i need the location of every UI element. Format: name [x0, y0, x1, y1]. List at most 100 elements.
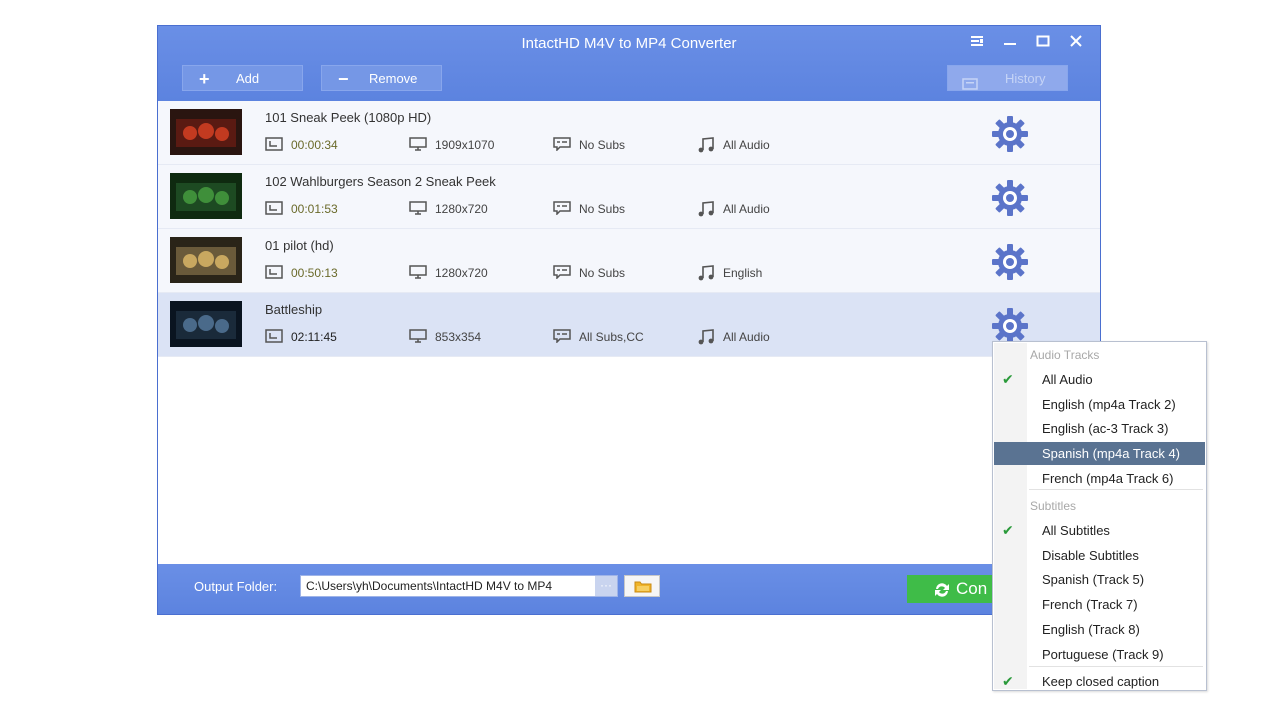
- remove-button[interactable]: − Remove: [321, 65, 442, 91]
- app-window: IntactHD M4V to MP4 Converter + Add − Re…: [157, 25, 1101, 615]
- video-title: 102 Wahlburgers Season 2 Sneak Peek: [265, 174, 496, 189]
- add-button[interactable]: + Add: [182, 65, 303, 91]
- subtitles-icon: [553, 201, 571, 215]
- track-selection-menu: Audio Tracks Subtitles ✔ All Audio English…: [992, 341, 1207, 691]
- monitor-icon: [409, 137, 427, 151]
- history-icon: [962, 72, 978, 98]
- menu-icon[interactable]: [965, 32, 989, 52]
- menu-item-label: All Subtitles: [1042, 523, 1110, 538]
- output-folder-input[interactable]: C:\Users\yh\Documents\IntactHD M4V to MP…: [300, 575, 618, 597]
- clock-icon: [265, 137, 283, 151]
- check-icon: ✔: [1002, 522, 1014, 538]
- audio-track-item[interactable]: French (mp4a Track 6): [994, 467, 1205, 490]
- menu-item-label: Disable Subtitles: [1042, 547, 1139, 563]
- duration-value: 00:50:13: [291, 266, 338, 280]
- gear-icon[interactable]: [991, 115, 1029, 153]
- subtitle-track-item[interactable]: Spanish (Track 5): [994, 568, 1205, 591]
- resolution-field: 1280x720: [409, 265, 529, 281]
- audio-field: English: [697, 265, 817, 281]
- audio-track-item[interactable]: English (mp4a Track 2): [994, 393, 1205, 416]
- duration-field: 00:50:13: [265, 265, 375, 281]
- menu-item-label: English (Track 8): [1042, 621, 1140, 637]
- subtitles-icon: [553, 265, 571, 279]
- clock-icon: [265, 329, 283, 343]
- convert-icon: [933, 580, 951, 603]
- list-item[interactable]: Battleship 02:11:45 853x354 All Subs,CC All …: [158, 293, 1100, 357]
- music-note-icon: [698, 137, 714, 153]
- video-thumbnail: [170, 109, 242, 155]
- audio-track-item[interactable]: Spanish (mp4a Track 4): [994, 442, 1205, 466]
- resolution-field: 1280x720: [409, 201, 529, 217]
- audio-track-item[interactable]: ✔ All Audio: [994, 368, 1205, 391]
- video-thumbnail: [170, 301, 242, 347]
- subtitles-field: All Subs,CC: [553, 329, 683, 345]
- subtitle-track-item[interactable]: French (Track 7): [994, 593, 1205, 616]
- audio-track-item[interactable]: English (ac-3 Track 3): [994, 417, 1205, 440]
- remove-label: Remove: [369, 71, 418, 86]
- convert-label: Con: [956, 579, 988, 598]
- close-icon[interactable]: [1064, 32, 1088, 52]
- list-item[interactable]: 01 pilot (hd) 00:50:13 1280x720 No Subs Engl…: [158, 229, 1100, 293]
- audio-field: All Audio: [697, 137, 817, 153]
- subtitles-value: No Subs: [579, 138, 626, 152]
- subtitle-track-item[interactable]: ✔ All Subtitles: [994, 519, 1205, 542]
- video-title: 101 Sneak Peek (1080p HD): [265, 110, 432, 125]
- keep-closed-caption-item[interactable]: ✔ Keep closed caption: [994, 670, 1205, 693]
- menu-item-label: French (Track 7): [1042, 597, 1138, 613]
- history-label: History: [1005, 71, 1046, 86]
- music-note-icon: [698, 201, 714, 217]
- menu-item-label: Keep closed caption: [1042, 674, 1160, 689]
- window-title: IntactHD M4V to MP4 Converter: [521, 35, 737, 52]
- check-icon: ✔: [1002, 673, 1014, 689]
- duration-field: 00:01:53: [265, 201, 375, 217]
- resolution-value: 853x354: [435, 330, 482, 344]
- plus-icon: +: [199, 69, 210, 89]
- subtitles-field: No Subs: [553, 265, 683, 281]
- audio-value: All Audio: [723, 202, 770, 216]
- duration-value: 02:11:45: [291, 330, 337, 344]
- audio-field: All Audio: [697, 201, 817, 217]
- subtitle-track-item[interactable]: Disable Subtitles: [994, 544, 1205, 567]
- menu-item-label: English (ac-3 Track 3): [1042, 421, 1169, 437]
- open-folder-button[interactable]: [624, 575, 660, 597]
- monitor-icon: [409, 265, 427, 279]
- gear-icon[interactable]: [991, 307, 1029, 345]
- music-note-icon: [698, 329, 714, 345]
- minimize-icon[interactable]: [998, 32, 1022, 52]
- gear-icon[interactable]: [991, 179, 1029, 217]
- audio-tracks-header: Audio Tracks: [1030, 348, 1100, 362]
- video-title: Battleship: [265, 302, 323, 317]
- menu-separator: [1029, 666, 1203, 667]
- list-item[interactable]: 101 Sneak Peek (1080p HD) 00:00:34 1909x10…: [158, 101, 1100, 165]
- duration-field: 00:00:34: [265, 137, 375, 153]
- list-item[interactable]: 102 Wahlburgers Season 2 Sneak Peek 00:01…: [158, 165, 1100, 229]
- menu-item-label: Portuguese (Track 9): [1042, 646, 1164, 662]
- audio-value: English: [723, 266, 763, 280]
- title-bar: IntactHD M4V to MP4 Converter + Add − Re…: [158, 26, 1100, 101]
- subtitles-icon: [553, 329, 571, 343]
- maximize-icon[interactable]: [1031, 32, 1055, 52]
- output-folder-label: Output Folder:: [194, 579, 278, 594]
- subtitle-track-item[interactable]: English (Track 8): [994, 618, 1205, 641]
- menu-item-label: English (mp4a Track 2): [1042, 396, 1176, 412]
- resolution-value: 1280x720: [435, 266, 488, 280]
- resolution-value: 1280x720: [435, 202, 488, 216]
- subtitles-icon: [553, 137, 571, 151]
- menu-item-label: Spanish (mp4a Track 4): [1042, 446, 1181, 462]
- subtitles-header: Subtitles: [1030, 499, 1077, 513]
- audio-value: All Audio: [723, 330, 770, 344]
- subtitles-value: All Subs,CC: [579, 330, 644, 344]
- clock-icon: [265, 201, 283, 215]
- gear-icon[interactable]: [991, 243, 1029, 281]
- footer-bar: Output Folder: C:\Users\yh\Documents\Int…: [158, 564, 1100, 614]
- check-icon: ✔: [1002, 371, 1014, 387]
- menu-item-label: All Audio: [1042, 372, 1093, 387]
- duration-value: 00:01:53: [291, 202, 338, 216]
- subtitles-value: No Subs: [579, 202, 626, 216]
- duration-value: 00:00:34: [291, 138, 338, 152]
- minus-icon: −: [338, 69, 349, 89]
- subtitles-field: No Subs: [553, 201, 683, 217]
- subtitle-track-item[interactable]: Portuguese (Track 9): [994, 643, 1205, 666]
- browse-dots-button[interactable]: ···: [595, 576, 617, 596]
- history-button[interactable]: History: [947, 65, 1068, 91]
